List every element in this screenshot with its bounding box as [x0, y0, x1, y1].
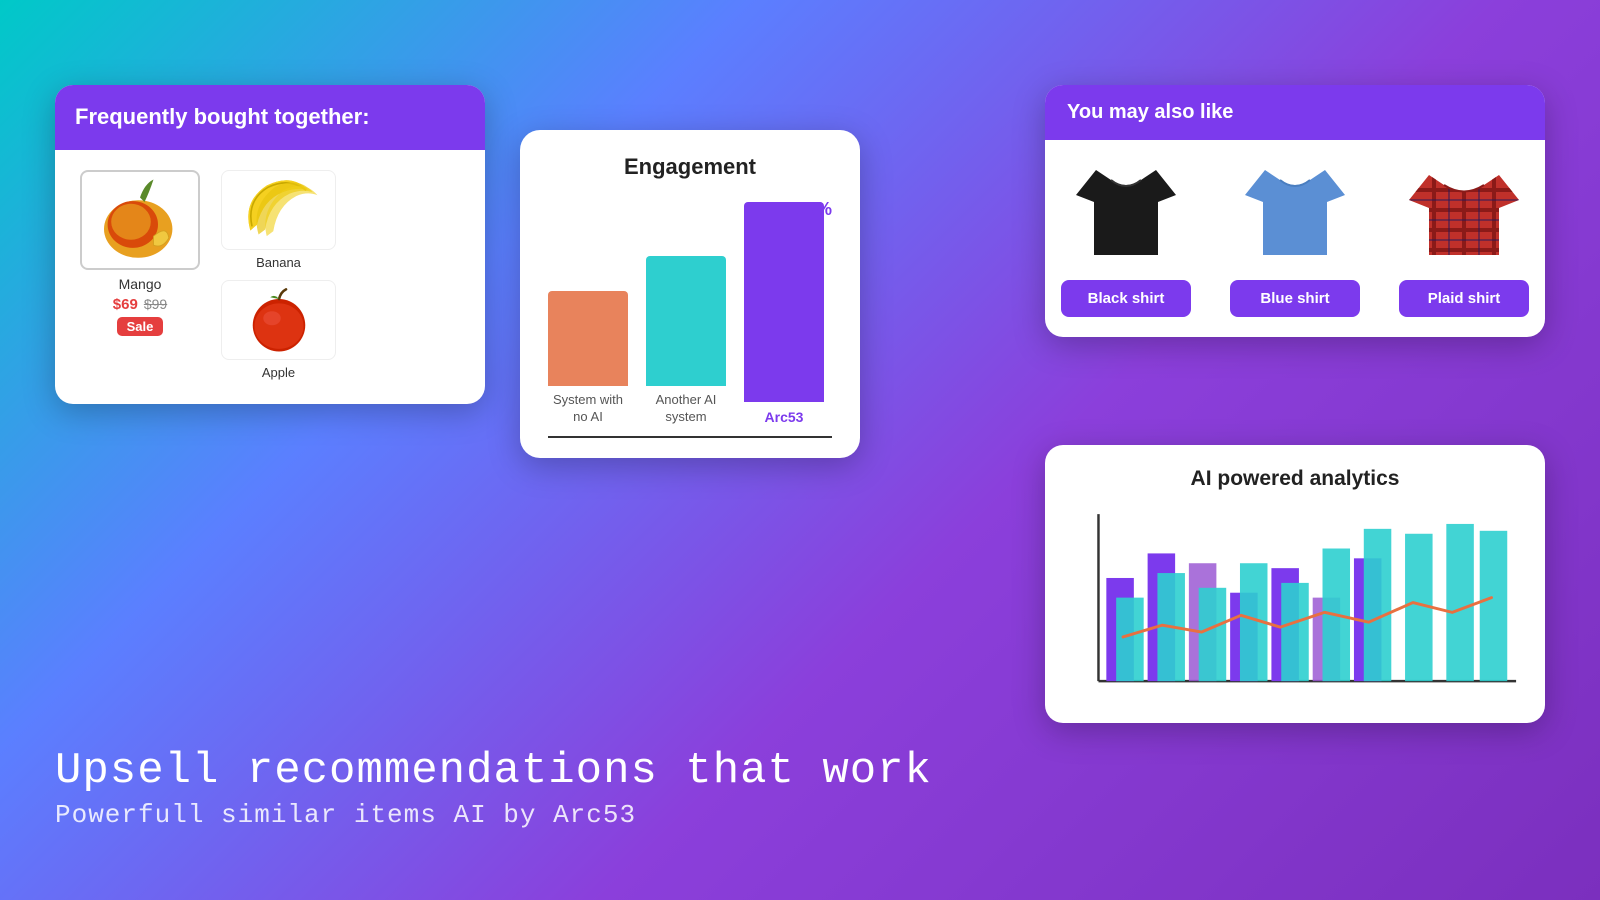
ymal-blue-shirt-btn[interactable]: Blue shirt: [1230, 280, 1360, 317]
engagement-badge: ↑ 83%: [782, 198, 832, 221]
banana-icon: [234, 175, 324, 245]
ymal-black-shirt-btn[interactable]: Black shirt: [1061, 280, 1191, 317]
blue-shirt-icon: [1235, 160, 1355, 270]
fbt-title: Frequently bought together:: [75, 103, 465, 132]
bar-another-ai: Another AI system: [646, 256, 726, 426]
analytics-chart: [1069, 505, 1521, 705]
fbt-sale-badge: Sale: [117, 317, 164, 336]
ymal-body: Black shirt Blue shirt: [1045, 140, 1545, 337]
bar-arc53: Arc53: [744, 202, 824, 426]
bar-system-no-ai-label: System with no AI: [548, 392, 628, 426]
bar-system-no-ai: System with no AI: [548, 291, 628, 426]
fbt-main-item: Mango $69 $99 Sale: [75, 170, 205, 336]
bottom-sub-text: Powerfull similar items AI by Arc53: [55, 800, 932, 830]
bottom-text: Upsell recommendations that work Powerfu…: [55, 746, 932, 830]
fbt-main-image: [80, 170, 200, 270]
fbt-side-items: Banana Apple: [221, 170, 336, 380]
ymal-item-blue-shirt: Blue shirt: [1230, 160, 1360, 317]
fbt-card: Frequently bought together: Mango $69: [55, 85, 485, 404]
bar-arc53-rect: [744, 202, 824, 402]
bar-arc53-label: Arc53: [744, 408, 824, 426]
fbt-header: Frequently bought together:: [55, 85, 485, 150]
analytics-chart-svg: [1069, 505, 1521, 705]
engagement-title: Engagement: [548, 154, 832, 180]
fbt-side-item-apple: Apple: [221, 280, 336, 380]
bar-system-no-ai-rect: [548, 291, 628, 386]
ymal-plaid-shirt-btn[interactable]: Plaid shirt: [1399, 280, 1529, 317]
analytics-card: AI powered analytics: [1045, 445, 1545, 723]
fbt-apple-name: Apple: [262, 365, 295, 380]
ymal-card: You may also like Black shirt Blue shirt: [1045, 85, 1545, 337]
fbt-main-name: Mango: [119, 276, 162, 292]
bar-another-ai-rect: [646, 256, 726, 386]
apple-icon: [244, 285, 314, 355]
bottom-main-text: Upsell recommendations that work: [55, 746, 932, 796]
fbt-price-new: $69: [113, 296, 138, 313]
plaid-shirt-icon: [1404, 160, 1524, 270]
ymal-item-plaid-shirt: Plaid shirt: [1399, 160, 1529, 317]
fbt-side-item-banana: Banana: [221, 170, 336, 270]
mango-icon: [95, 175, 185, 265]
engagement-card: Engagement ↑ 83% System with no AI Anoth…: [520, 130, 860, 458]
ymal-title: You may also like: [1067, 101, 1523, 124]
fbt-price-row: $69 $99: [113, 296, 167, 313]
ymal-plaid-shirt-image: [1399, 160, 1529, 270]
black-shirt-icon: [1066, 160, 1186, 270]
fbt-price-old: $99: [144, 296, 167, 312]
arrow-up-icon: ↑: [782, 198, 792, 221]
ymal-header: You may also like: [1045, 85, 1545, 140]
ymal-blue-shirt-image: [1230, 160, 1360, 270]
analytics-title: AI powered analytics: [1069, 467, 1521, 491]
fbt-apple-image: [221, 280, 336, 360]
fbt-body: Mango $69 $99 Sale: [55, 150, 485, 404]
bar-another-ai-label: Another AI system: [646, 392, 726, 426]
engagement-percent: 83%: [796, 199, 832, 220]
fbt-banana-name: Banana: [256, 255, 301, 270]
engagement-chart: ↑ 83% System with no AI Another AI syste…: [548, 198, 832, 438]
ymal-item-black-shirt: Black shirt: [1061, 160, 1191, 317]
ymal-black-shirt-image: [1061, 160, 1191, 270]
fbt-banana-image: [221, 170, 336, 250]
